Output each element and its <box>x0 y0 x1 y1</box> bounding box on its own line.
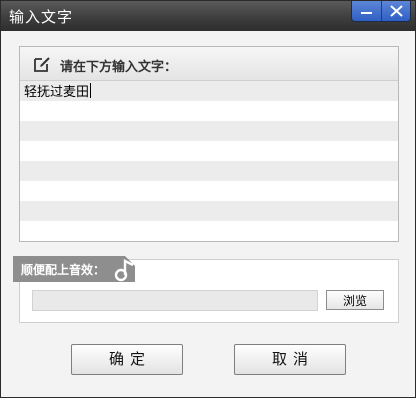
sound-panel-label: 顺便配上音效： <box>21 263 106 277</box>
sound-file-input[interactable] <box>32 290 318 311</box>
cancel-button[interactable]: 取消 <box>234 344 346 375</box>
ok-button[interactable]: 确定 <box>71 344 183 375</box>
text-panel-header: 请在下方输入文字： <box>20 47 398 81</box>
title-bar[interactable]: 输入文字 <box>1 1 415 31</box>
typed-text: 轻抚过麦田 <box>24 85 90 100</box>
text-area-content[interactable]: 轻抚过麦田 <box>24 83 92 101</box>
browse-button[interactable]: 浏览 <box>326 290 384 310</box>
window-controls <box>351 1 411 22</box>
minimize-icon <box>361 12 372 14</box>
dialog-window: 输入文字 请在下方输入文字： 轻抚过麦田 顺便配上音效： 浏览 确定 取消 <box>0 0 416 398</box>
text-panel-label: 请在下方输入文字： <box>60 60 178 75</box>
minimize-button[interactable] <box>352 1 382 21</box>
close-icon <box>389 5 403 17</box>
text-caret <box>90 83 92 98</box>
window-title: 输入文字 <box>9 8 74 26</box>
text-area[interactable] <box>20 81 398 241</box>
text-input-panel: 请在下方输入文字： 轻抚过麦田 <box>19 46 399 242</box>
close-button[interactable] <box>381 1 410 21</box>
edit-icon <box>34 57 50 72</box>
